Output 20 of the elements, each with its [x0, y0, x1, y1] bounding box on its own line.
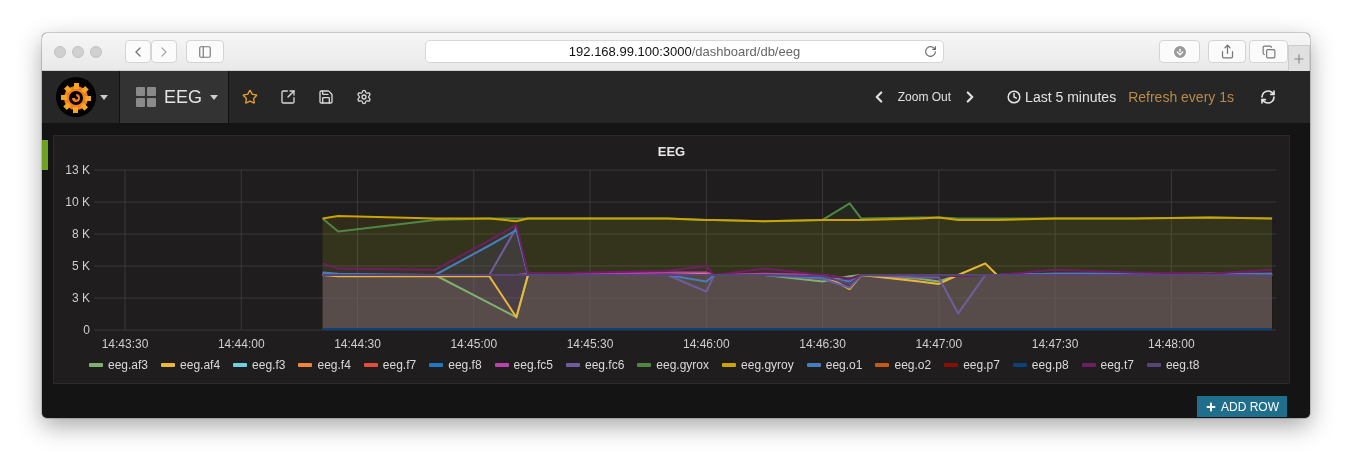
url-host: 192.168.99.100:3000 — [568, 44, 692, 59]
axis-label: 3 K — [71, 291, 90, 305]
axis-label: 0 — [82, 323, 90, 337]
axis-label: 8 K — [71, 227, 90, 241]
axis-label: 14:43:30 — [101, 337, 148, 351]
axis-label: 13 K — [64, 163, 90, 177]
axis-label: 14:48:00 — [1147, 337, 1195, 351]
axis-label: 14:45:30 — [566, 337, 613, 351]
time-range-label: Last 5 minutes — [1025, 89, 1117, 105]
axis-label: 14:44:30 — [333, 337, 381, 351]
axis-label: 14:45:00 — [449, 337, 497, 351]
chart-title: EEG — [657, 144, 686, 160]
axis-label: 14:47:30 — [1031, 337, 1078, 351]
axis-label: 14:47:00 — [915, 337, 962, 351]
axis-label: 14:46:30 — [798, 337, 846, 351]
axis-label: 5 K — [71, 259, 90, 273]
axis-label: 14:46:00 — [682, 337, 730, 351]
axis-label: 14:44:00 — [217, 337, 265, 351]
axis-label: 10 K — [64, 195, 90, 209]
url-path: /dashboard/db/eeg — [691, 44, 801, 59]
